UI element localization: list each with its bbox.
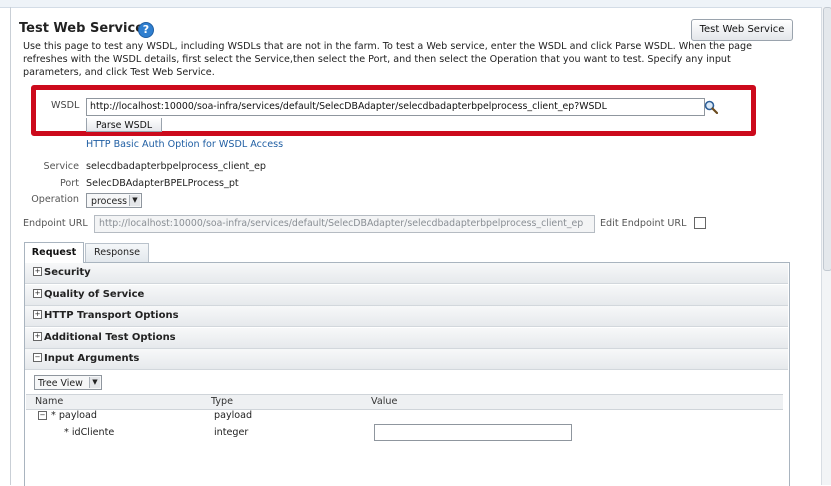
- expand-icon: +: [33, 266, 42, 276]
- chevron-down-icon: ▼: [129, 195, 140, 206]
- tab-response[interactable]: Response: [85, 243, 149, 262]
- section-label: HTTP Transport Options: [44, 310, 179, 321]
- page-title: Test Web Service: [19, 21, 145, 36]
- section-label: Security: [44, 267, 91, 278]
- wsdl-input[interactable]: http://localhost:10000/soa-infra/service…: [86, 98, 705, 116]
- section-http-transport-options[interactable]: + HTTP Transport Options: [25, 306, 788, 327]
- operation-select-value: process: [91, 196, 128, 207]
- tree-view-select[interactable]: Tree View ▼: [34, 375, 102, 390]
- tab-request[interactable]: Request: [24, 242, 84, 263]
- operation-select[interactable]: process ▼: [86, 193, 142, 208]
- arg-name: * payload: [51, 410, 97, 421]
- help-icon[interactable]: ?: [138, 22, 154, 38]
- tree-view-select-value: Tree View: [38, 378, 83, 389]
- arg-type: payload: [214, 410, 253, 421]
- column-header-value: Value: [371, 396, 398, 407]
- idcliente-value-input[interactable]: [374, 424, 572, 441]
- endpoint-url-label: Endpoint URL: [23, 218, 88, 229]
- endpoint-url-input[interactable]: http://localhost:10000/soa-infra/service…: [94, 215, 595, 233]
- expand-icon: +: [33, 288, 42, 298]
- page-description: Use this page to test any WSDL, includin…: [23, 41, 753, 78]
- wsdl-auth-link[interactable]: HTTP Basic Auth Option for WSDL Access: [86, 139, 283, 150]
- section-input-arguments[interactable]: − Input Arguments: [25, 349, 788, 370]
- collapse-icon[interactable]: −: [38, 411, 47, 420]
- operation-label: Operation: [31, 194, 79, 205]
- section-label: Input Arguments: [44, 353, 140, 364]
- column-header-name: Name: [35, 396, 64, 407]
- expand-icon: +: [33, 331, 42, 341]
- edit-endpoint-label: Edit Endpoint URL: [600, 218, 687, 229]
- parse-wsdl-button[interactable]: Parse WSDL: [86, 118, 162, 132]
- chevron-down-icon: ▼: [89, 377, 100, 388]
- collapse-icon: −: [33, 352, 42, 362]
- section-label: Quality of Service: [44, 289, 145, 300]
- column-header-type: Type: [211, 396, 234, 407]
- port-label: Port: [59, 178, 79, 189]
- table-row-payload[interactable]: − * payload: [38, 410, 97, 421]
- edit-endpoint-checkbox[interactable]: [694, 217, 706, 229]
- port-value: SelecDBAdapterBPELProcess_pt: [86, 178, 239, 189]
- arg-type: integer: [214, 427, 249, 438]
- service-value: selecdbadapterbpelprocess_client_ep: [86, 161, 267, 172]
- section-security[interactable]: + Security: [25, 263, 788, 284]
- test-web-service-button[interactable]: Test Web Service: [691, 19, 793, 41]
- magnifier-icon[interactable]: [704, 100, 719, 115]
- section-label: Additional Test Options: [44, 332, 176, 343]
- wsdl-label: WSDL: [51, 100, 80, 111]
- section-quality-of-service[interactable]: + Quality of Service: [25, 285, 788, 306]
- section-additional-test-options[interactable]: + Additional Test Options: [25, 328, 788, 349]
- scrollbar-thumb[interactable]: [823, 7, 831, 271]
- expand-icon: +: [33, 309, 42, 319]
- arg-name: * idCliente: [64, 427, 115, 438]
- service-label: Service: [43, 161, 79, 172]
- arguments-table-header: Name Type Value: [26, 394, 783, 410]
